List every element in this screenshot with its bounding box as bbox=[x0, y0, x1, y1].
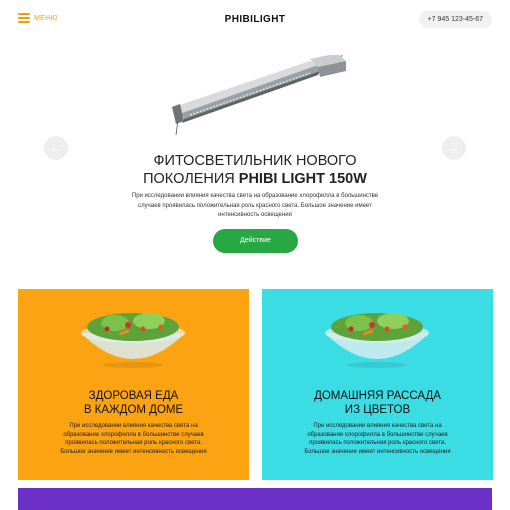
hero-title-product: PHIBI LIGHT 150W bbox=[238, 171, 367, 187]
header: МЕНЮ PHIBILIGHT +7 945 123-45-67 bbox=[0, 0, 510, 40]
card-description: При исследовании влияния качества света … bbox=[304, 423, 451, 455]
card-title-line2: ИЗ ЦВЕТОВ bbox=[344, 404, 411, 416]
phone-button[interactable]: +7 945 123-45-67 bbox=[418, 11, 492, 28]
card-healthy-food[interactable]: ЗДОРОВАЯ ЕДА В КАЖДОМ ДОМЕ При исследова… bbox=[18, 289, 249, 480]
lamp-image bbox=[172, 55, 346, 135]
action-button[interactable]: Действие bbox=[213, 229, 298, 253]
card-description: При исследовании влияния качества света … bbox=[60, 423, 207, 455]
hero-description: При исследовании влияния качества света … bbox=[131, 193, 379, 218]
salad-bowl-image bbox=[81, 313, 185, 368]
hero-title-line1: ФИТОСВЕТИЛЬНИК НОВОГО bbox=[153, 153, 357, 169]
hero-title: ФИТОСВЕТИЛЬНИК НОВОГО ПОКОЛЕНИЯ PHIBI LI… bbox=[0, 152, 510, 188]
card-title-line1: ЗДОРОВАЯ ЕДА bbox=[88, 390, 179, 402]
card-title-line2: В КАЖДОМ ДОМЕ bbox=[83, 404, 184, 416]
card-title: ДОМАШНЯЯ РАССАДА ИЗ ЦВЕТОВ bbox=[262, 389, 493, 417]
purple-section bbox=[18, 488, 492, 510]
hero-title-prefix: ПОКОЛЕНИЯ bbox=[143, 171, 239, 187]
salad-bowl-image bbox=[325, 313, 429, 368]
card-title: ЗДОРОВАЯ ЕДА В КАЖДОМ ДОМЕ bbox=[18, 389, 249, 417]
card-title-line1: ДОМАШНЯЯ РАССАДА bbox=[314, 390, 441, 402]
hero-title-line2: ПОКОЛЕНИЯ PHIBI LIGHT 150W bbox=[0, 170, 510, 188]
card-home-seedlings[interactable]: ДОМАШНЯЯ РАССАДА ИЗ ЦВЕТОВ При исследова… bbox=[262, 289, 493, 480]
